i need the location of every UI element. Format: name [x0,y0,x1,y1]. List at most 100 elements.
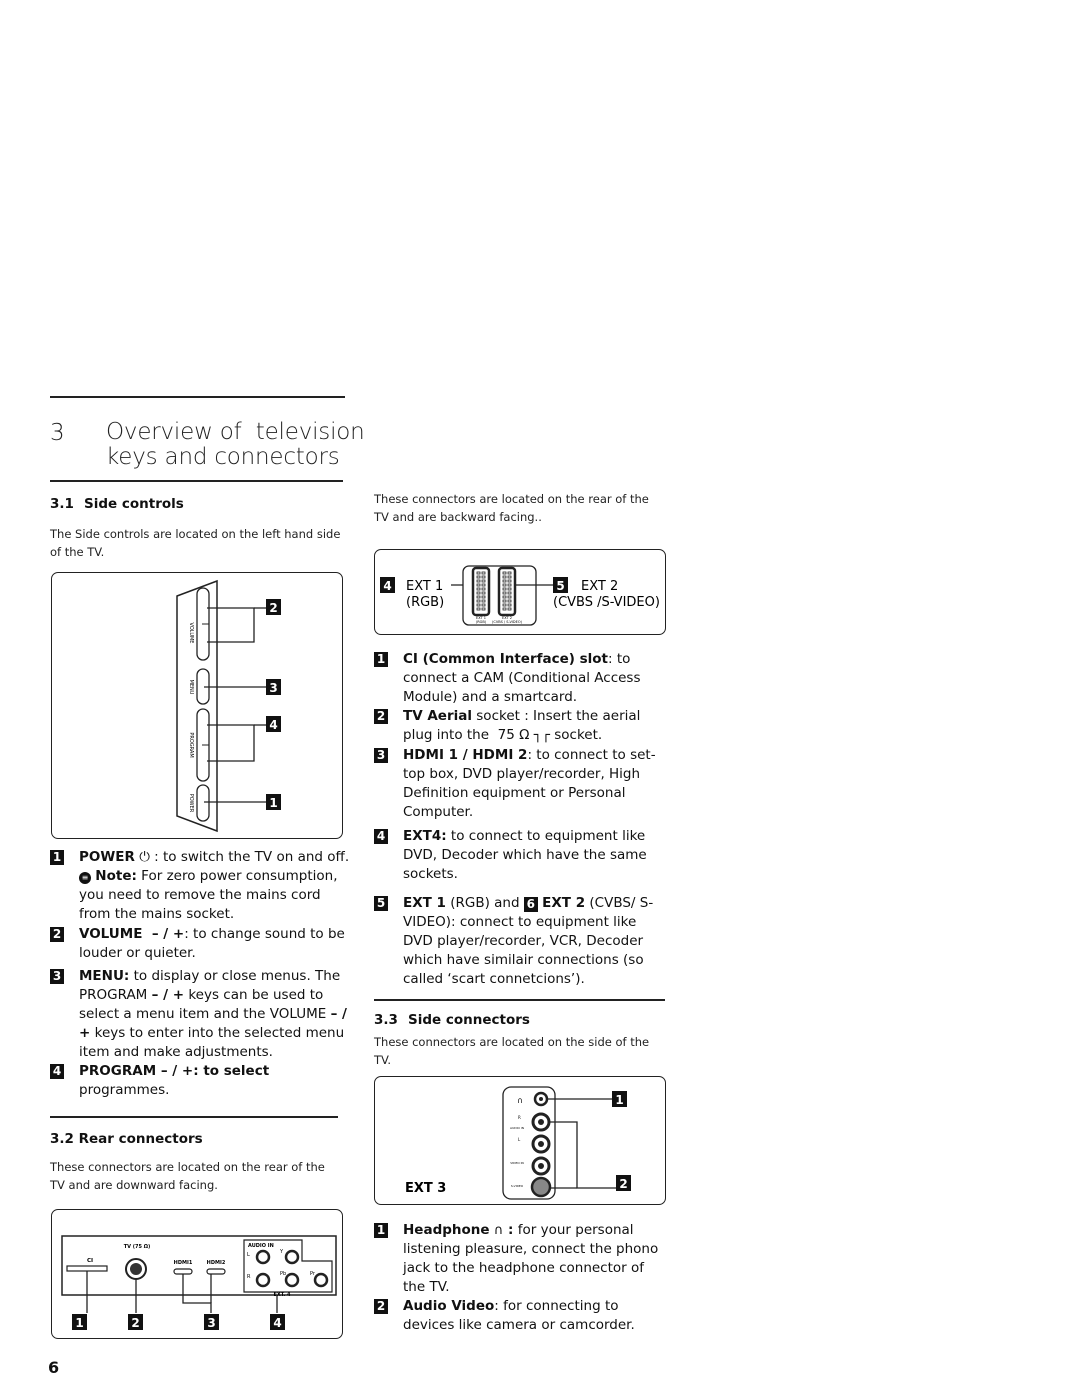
scart-ext1[interactable] [471,566,491,617]
svg-text:Pb: Pb [280,1271,286,1277]
backward-intro: These connectors are located on the rear… [374,492,649,524]
scart-ext2[interactable] [497,566,517,617]
page-number: 6 [48,1358,60,1377]
section-heading-side-controls: 3.1 Side controls [50,496,184,512]
scart-pin [481,575,486,579]
scart-pin [476,587,481,591]
scart-pin [476,579,481,583]
scart-pin [481,599,486,603]
ci-slot[interactable] [66,1265,108,1272]
side-controls-intro: The Side controls are located on the lef… [50,527,341,559]
rear-item-scart: 5 EXT 1 (RGB) and 6 EXT 2 (CVBS/ S-VIDEO… [374,894,669,994]
y-jack[interactable] [284,1249,300,1265]
headphone-icon: ∩ [493,1223,504,1238]
side-connectors-diagram: EXT 3 ∩ R AUDIO IN L VIDEO IN S-VIDEO 1 … [374,1076,666,1205]
svg-text:HDMI1: HDMI1 [174,1260,193,1266]
top-rule [50,396,345,398]
svg-text:(CVBS /S-VIDEO): (CVBS /S-VIDEO) [553,595,660,610]
note-icon: ≡ [79,872,91,884]
side-connectors-intro: These connectors are located on the side… [374,1035,650,1067]
svg-text:(RGB): (RGB) [406,595,444,610]
scart-pin [502,607,507,611]
rear-item-ci: 1 CI (Common Interface) slot: to connect… [374,650,669,710]
scart-pin [502,599,507,603]
volume-label: VOLUME [188,623,194,644]
svg-text:R: R [518,1115,521,1120]
scart-svg: 4 EXT 1 (RGB) EXT 1 (RGB) EXT 2 (CVBS / … [380,565,660,626]
scart-pin [481,571,486,575]
side-control-item-program: 4 PROGRAM – / +: to select programmes. [50,1062,350,1102]
svg-text:1: 1 [75,1316,83,1330]
scart-pin [476,595,481,599]
scart-pin [502,603,507,607]
scart-pin [476,603,481,607]
svg-text:4: 4 [269,718,277,732]
pb-jack[interactable] [284,1272,300,1288]
scart-pin [476,607,481,611]
badge: 1 [50,850,64,865]
power-key[interactable] [196,784,210,822]
menu-label: MENU [188,680,194,695]
scart-pin [507,579,512,583]
svg-text:TV (75 Ω): TV (75 Ω) [124,1244,151,1250]
pr-jack[interactable] [313,1272,329,1288]
rear-item-hdmi: 3 HDMI 1 / HDMI 2: to connect to set-top… [374,746,669,824]
section-heading-side-connectors: 3.3 Side connectors [374,1012,530,1028]
scart-pin [507,587,512,591]
scart-pin [476,583,481,587]
svg-text:4: 4 [383,579,391,593]
svg-text:EXT. 4: EXT. 4 [273,1292,291,1298]
svg-text:2: 2 [131,1316,139,1330]
audio-r-jack[interactable] [255,1272,271,1288]
scart-pin [476,599,481,603]
svg-text:AUDIO IN: AUDIO IN [510,1126,524,1130]
svg-text:1: 1 [269,796,277,810]
rear-item-ext4: 4 EXT4: to connect to equipment like DVD… [374,827,669,887]
scart-pin [502,579,507,583]
side-connector-item-headphone: 1 Headphone ∩ : for your personal listen… [374,1221,669,1299]
svg-text:2: 2 [269,601,277,615]
hdmi2-port[interactable] [206,1268,226,1275]
scart-pin [481,607,486,611]
aerial-icon: ┐┌ [533,727,550,743]
svg-text:AUDIO IN: AUDIO IN [248,1243,274,1249]
scart-pin [481,583,486,587]
program-label: PROGRAM [188,732,194,757]
headphone-symbol-icon: ∩ [517,1096,523,1105]
side-controls-diagram: VOLUME MENU PROGRAM POWER 2 3 4 1 [51,572,343,839]
svg-text:1: 1 [615,1093,623,1107]
scart-pin [502,595,507,599]
svideo-jack[interactable] [530,1176,552,1198]
svg-text:EXT 2: EXT 2 [581,579,618,594]
scart-pin [502,575,507,579]
chapter-title-line2: keys and connectors [106,444,340,470]
rear-rule [50,1116,338,1118]
svg-text:EXT 1: EXT 1 [406,579,443,594]
side-control-item-power: 1 POWER ⏻ : to switch the TV on and off.… [50,848,350,928]
side-control-item-volume: 2 VOLUME – / +: to change sound to be lo… [50,925,350,965]
audio-l-jack[interactable] [255,1249,271,1265]
chapter-title-line1: Overview of television [106,419,365,445]
scart-pin [476,571,481,575]
chapter-number: 3 [50,420,65,446]
svg-text:3: 3 [207,1316,215,1330]
svg-text:CI: CI [87,1258,93,1264]
badge-6: 6 [523,897,538,912]
side-connectors-rule [374,999,665,1001]
scart-pin [481,603,486,607]
svg-text:EXT 3: EXT 3 [405,1181,446,1196]
side-controls-svg: VOLUME MENU PROGRAM POWER 2 3 4 1 [176,579,281,833]
svg-text:HDMI2: HDMI2 [207,1260,226,1266]
scart-pin [476,591,481,595]
rear-connectors-diagram: CI TV (75 Ω) HDMI1 HDMI2 AUDIO IN L R Y … [51,1209,343,1339]
rear-connectors-intro: These connectors are located on the rear… [50,1160,325,1192]
side-connectors-svg: EXT 3 ∩ R AUDIO IN L VIDEO IN S-VIDEO 1 … [405,1086,631,1200]
power-icon: ⏻ [139,849,150,865]
scart-pin [502,583,507,587]
svg-text:S-VIDEO: S-VIDEO [511,1184,524,1188]
hdmi1-port[interactable] [173,1268,193,1275]
svg-text:(RGB): (RGB) [476,620,487,624]
scart-pin [507,591,512,595]
chapter-title: Overview of television keys and connecto… [106,420,365,470]
side-control-item-menu: 3 MENU: to display or close menus. The P… [50,967,350,1062]
